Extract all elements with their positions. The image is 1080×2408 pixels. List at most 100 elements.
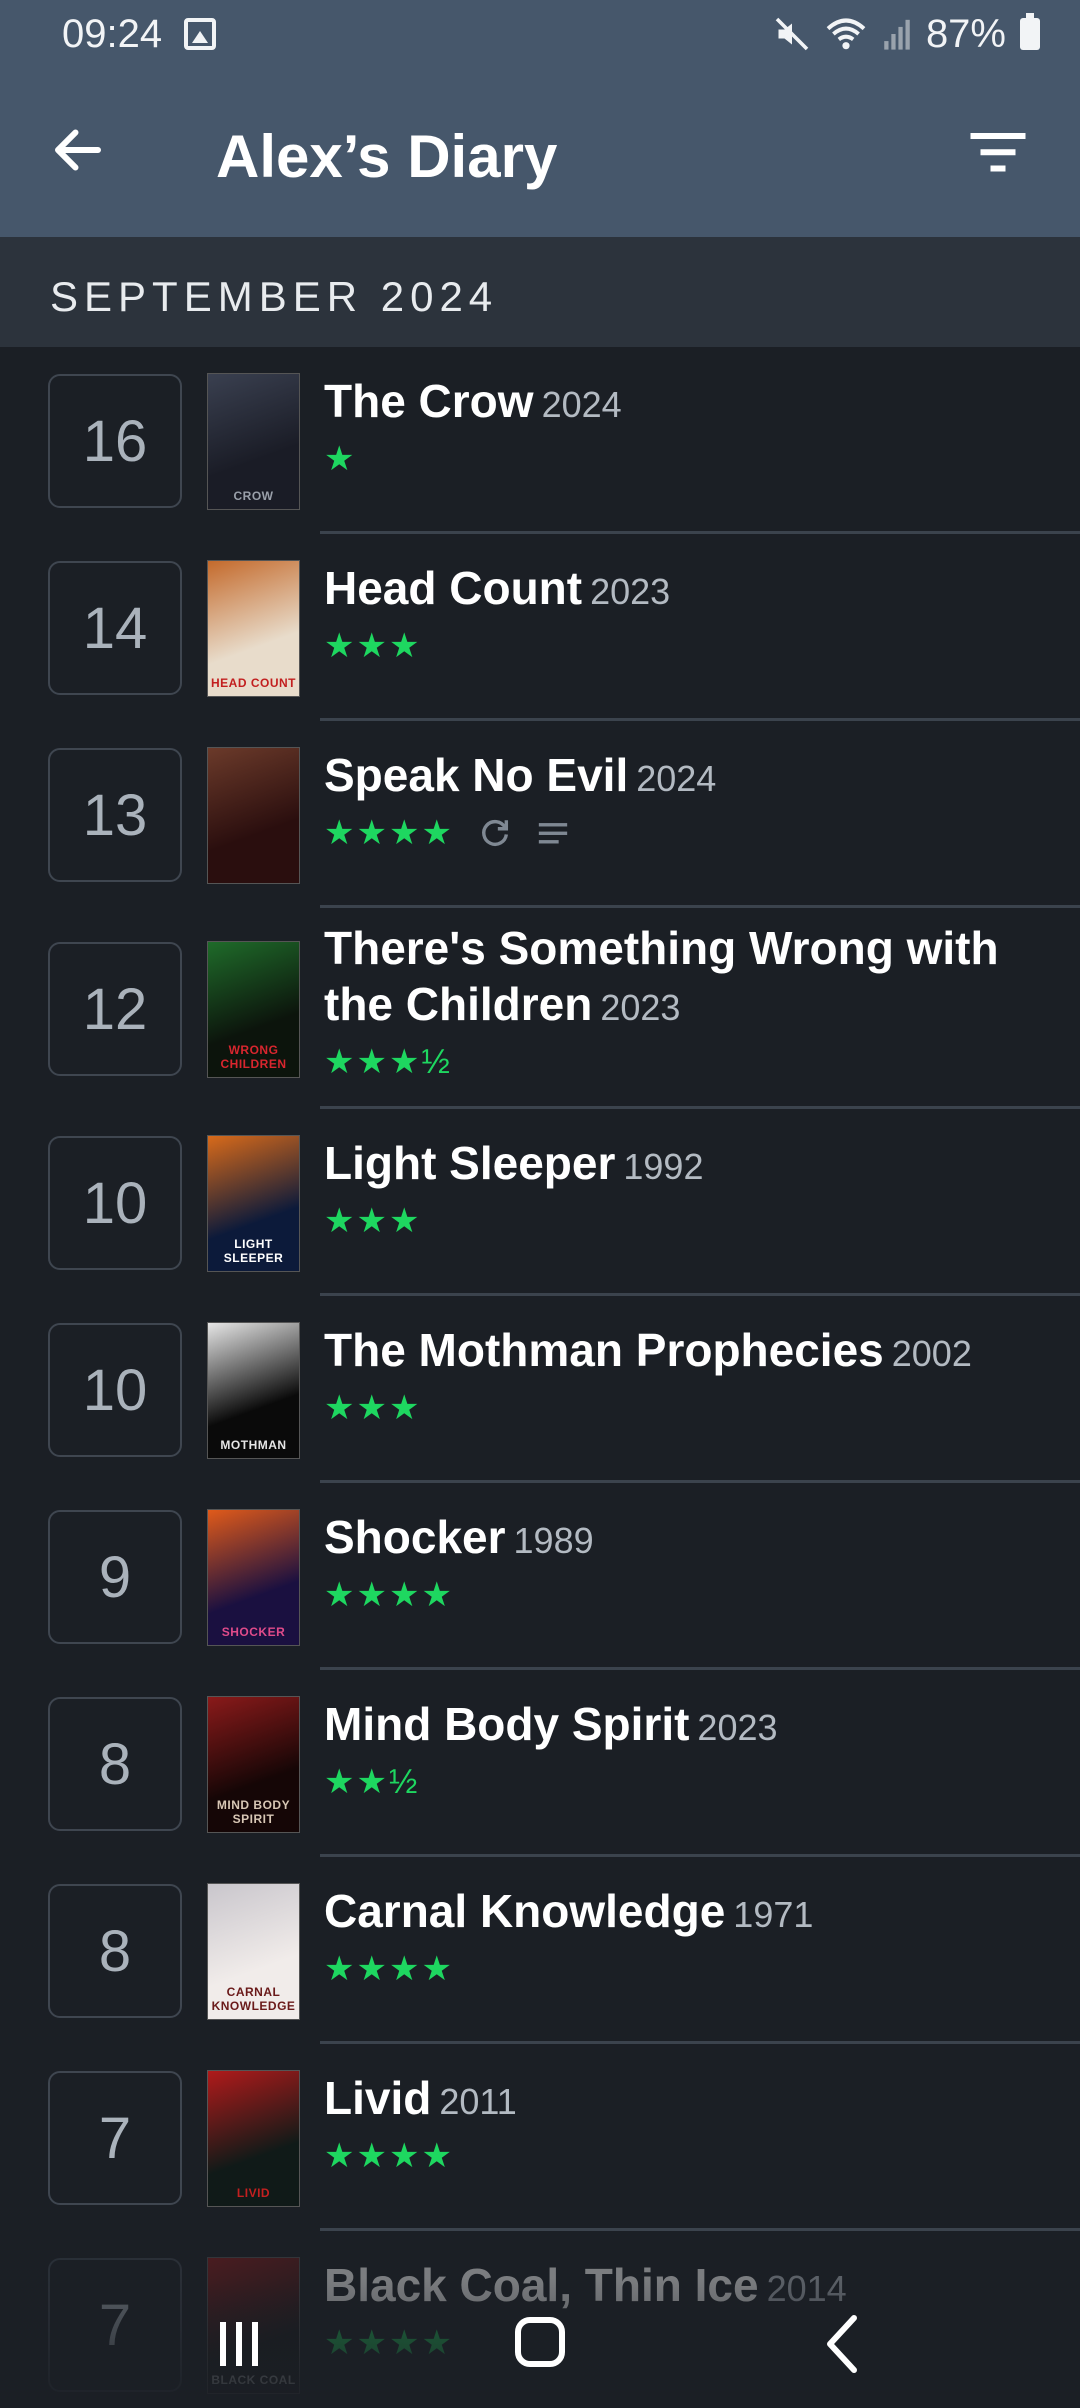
film-year: 2023 [697,1707,778,1748]
entry-day: 14 [48,561,182,695]
film-name: Head Count [324,562,583,614]
film-year: 1989 [513,1520,594,1561]
diary-entry-row[interactable]: 8 CARNAL KNOWLEDGE Carnal Knowledge 1971 ★★★… [0,1857,1080,2044]
arrow-left-icon [55,129,101,171]
entry-day: 10 [48,1136,182,1270]
film-title[interactable]: Shocker 1989 [324,1509,1050,1569]
film-name: Speak No Evil [324,749,629,801]
entry-day: 16 [48,374,182,508]
entry-day: 7 [48,2071,182,2205]
rewatch-icon [482,819,508,847]
film-poster[interactable]: LIVID [207,2070,300,2207]
poster-title-art: SHOCKER [221,1625,286,1639]
film-name: Mind Body Spirit [324,1698,690,1750]
diary-entry-row[interactable]: 14 HEAD COUNT Head Count 2023 ★★★ [0,534,1080,721]
status-bar: 09:24 87% [0,0,1080,70]
gallery-notification-icon [184,18,216,50]
film-poster[interactable]: MIND BODY SPIRIT [207,1696,300,1833]
film-name: Shocker [324,1511,506,1563]
film-poster[interactable]: CROW [207,373,300,510]
star-rating: ★★★½ [324,1043,452,1081]
home-icon [515,2317,565,2367]
diary-entry-row[interactable]: 9 SHOCKER Shocker 1989 ★★★★ [0,1483,1080,1670]
diary-entry-row[interactable]: 12 WRONG CHILDREN There's Something Wrong … [0,908,1080,1109]
film-poster[interactable] [207,747,300,884]
film-title[interactable]: There's Something Wrong with the Childre… [324,920,1050,1036]
star-rating: ★★★ [324,1202,422,1240]
film-title[interactable]: Livid 2011 [324,2070,1050,2130]
film-name: Carnal Knowledge [324,1885,726,1937]
status-time: 09:24 [62,12,163,56]
film-year: 2011 [439,2081,517,2122]
status-icons: 87% [774,12,1040,56]
film-year: 2024 [541,384,622,425]
diary-entry-row[interactable]: 8 MIND BODY SPIRIT Mind Body Spirit 2023 ★★½ [0,1670,1080,1857]
app-header: 09:24 87% Alex’s Diary [0,0,1080,237]
film-year: 1992 [623,1146,704,1187]
month-label: SEPTEMBER 2024 [50,273,499,320]
star-rating: ★★★★ [324,1576,454,1614]
entry-day: 13 [48,748,182,882]
film-title[interactable]: Speak No Evil 2024 [324,747,1050,807]
page-title: Alex’s Diary [216,123,558,190]
film-name: Livid [324,2072,432,2124]
recent-apps-button[interactable] [200,2306,280,2382]
star-rating: ★ [324,440,357,478]
diary-entry-row[interactable]: 10 MOTHMAN The Mothman Prophecies 2002 ★★★ [0,1296,1080,1483]
poster-title-art: CROW [233,489,274,503]
entry-day: 10 [48,1323,182,1457]
poster-title-art: HEAD COUNT [211,676,296,690]
poster-title-art: MIND BODY SPIRIT [216,1798,291,1826]
diary-entry-row[interactable]: 7 LIVID Livid 2011 ★★★★ [0,2044,1080,2231]
back-button[interactable] [48,120,128,190]
film-title[interactable]: Head Count 2023 [324,560,1050,620]
diary-entry-row[interactable]: 10 LIGHT SLEEPER Light Sleeper 1992 ★★★ [0,1109,1080,1296]
film-poster[interactable]: SHOCKER [207,1509,300,1646]
film-year: 1971 [733,1894,814,1935]
star-rating: ★★★ [324,627,422,665]
star-rating: ★★★★ [324,814,454,852]
battery-percentage: 87% [925,11,1006,56]
filter-button[interactable] [968,128,1048,188]
poster-title-art: LIGHT SLEEPER [223,1237,284,1265]
film-poster[interactable]: WRONG CHILDREN [207,941,300,1078]
film-title[interactable]: Carnal Knowledge 1971 [324,1883,1050,1943]
recents-icon [220,2322,258,2366]
film-title[interactable]: Mind Body Spirit 2023 [324,1696,1050,1756]
film-poster[interactable]: HEAD COUNT [207,560,300,697]
app-bar: Alex’s Diary [0,100,1080,220]
film-poster[interactable]: CARNAL KNOWLEDGE [207,1883,300,2020]
film-poster[interactable]: LIGHT SLEEPER [207,1135,300,1272]
poster-title-art: LIVID [236,2186,271,2200]
chevron-left-icon [827,2315,857,2373]
battery-icon [1020,13,1040,50]
system-navigation-bar [0,2278,1080,2408]
home-button[interactable] [500,2306,580,2382]
film-year: 2024 [636,758,717,799]
diary-entry-row[interactable]: 13 Speak No Evil 2024 ★★★★ [0,721,1080,908]
review-text-icon [538,823,568,844]
film-year: 2023 [600,987,681,1028]
wifi-icon [826,18,866,50]
film-name: The Mothman Prophecies [324,1324,884,1376]
entry-day: 8 [48,1697,182,1831]
poster-title-art: CARNAL KNOWLEDGE [211,1985,296,2013]
diary-entry-row[interactable]: 16 CROW The Crow 2024 ★ [0,347,1080,534]
star-rating: ★★★ [324,1389,422,1427]
film-title[interactable]: Light Sleeper 1992 [324,1135,1050,1195]
star-rating: ★★★★ [324,2137,454,2175]
entry-day: 12 [48,942,182,1076]
film-poster[interactable]: MOTHMAN [207,1322,300,1459]
film-name: Light Sleeper [324,1137,616,1189]
entry-day: 8 [48,1884,182,2018]
film-year: 2002 [891,1333,972,1374]
month-section-header: SEPTEMBER 2024 [0,237,1080,347]
mute-icon [775,17,809,51]
star-rating: ★★★★ [324,1950,454,1988]
poster-title-art: WRONG CHILDREN [220,1043,287,1071]
star-rating: ★★½ [324,1763,420,1801]
signal-icon [884,19,910,50]
film-title[interactable]: The Crow 2024 [324,373,1050,433]
system-back-button[interactable] [804,2306,884,2382]
film-title[interactable]: The Mothman Prophecies 2002 [324,1322,1050,1382]
